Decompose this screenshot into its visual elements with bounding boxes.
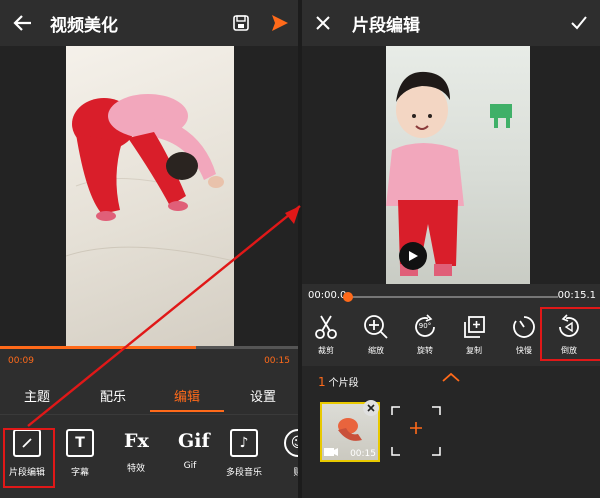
annotation-arrow bbox=[27, 205, 301, 427]
